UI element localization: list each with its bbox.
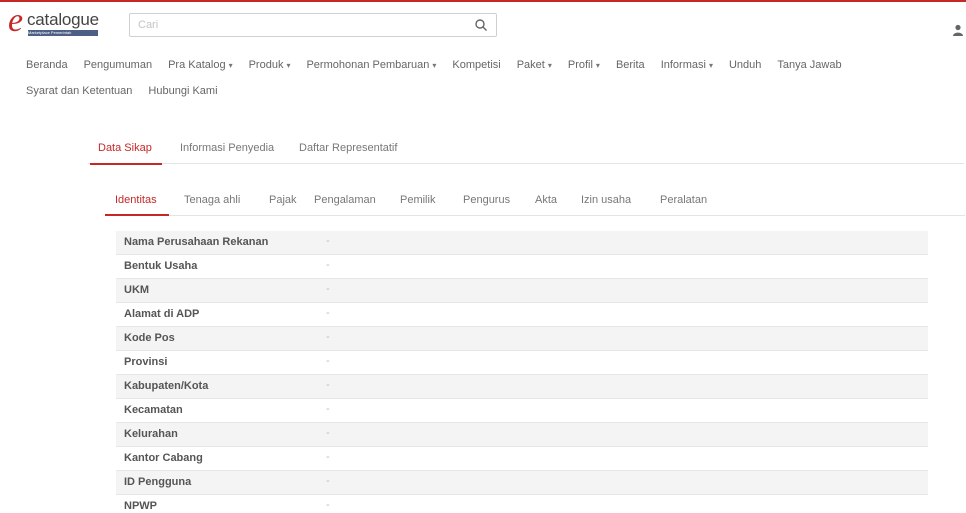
row-value: - xyxy=(326,475,330,487)
row-value: - xyxy=(326,499,330,511)
nav-item-unduh[interactable]: Unduh xyxy=(729,56,761,74)
table-row: Nama Perusahaan Rekanan - xyxy=(116,231,928,255)
nav-item-label: Produk xyxy=(248,59,284,71)
row-value: - xyxy=(326,427,330,439)
row-label: Provinsi xyxy=(124,356,168,368)
row-label: Kabupaten/Kota xyxy=(124,380,209,392)
row-value: - xyxy=(326,331,330,343)
active-subtab-indicator xyxy=(105,214,169,216)
tab-akta[interactable]: Akta xyxy=(535,194,557,206)
row-label: Kelurahan xyxy=(124,428,178,440)
nav-item-pengumuman[interactable]: Pengumuman xyxy=(84,56,153,74)
row-value: - xyxy=(326,451,330,463)
row-label: Kode Pos xyxy=(124,332,175,344)
nav-item-label: Pra Katalog xyxy=(168,59,226,71)
nav-item-label: Hubungi Kami xyxy=(148,85,218,97)
table-row: Kabupaten/Kota - xyxy=(116,375,928,399)
row-label: Alamat di ADP xyxy=(124,308,200,320)
caret-down-icon: ▾ xyxy=(547,61,552,70)
row-label: Kantor Cabang xyxy=(124,452,203,464)
tab-pengalaman[interactable]: Pengalaman xyxy=(314,194,376,206)
nav-item-beranda[interactable]: Beranda xyxy=(26,56,68,74)
tab-informasi-penyedia[interactable]: Informasi Penyedia xyxy=(180,142,274,154)
row-value: - xyxy=(326,355,330,367)
nav-item-tanya-jawab[interactable]: Tanya Jawab xyxy=(777,56,841,74)
nav-item-informasi[interactable]: Informasi ▾ xyxy=(661,56,713,75)
nav-item-label: Kompetisi xyxy=(452,59,501,71)
main-nav: Beranda Pengumuman Pra Katalog ▾ Produk ▾ Perm… xyxy=(26,56,946,108)
row-label: ID Pengguna xyxy=(124,476,192,488)
row-value: - xyxy=(326,259,330,271)
nav-item-label: Informasi xyxy=(660,59,706,71)
ecatalogue-logo[interactable]: e catalogue Marketplace Pemerintah xyxy=(8,4,108,40)
table-row: UKM - xyxy=(116,279,928,303)
nav-item-label: Unduh xyxy=(728,59,762,71)
user-icon[interactable] xyxy=(952,24,964,36)
table-row: Kantor Cabang - xyxy=(116,447,928,471)
row-value: - xyxy=(326,403,330,415)
active-tab-indicator xyxy=(90,163,162,165)
table-row: Kode Pos - xyxy=(116,327,928,351)
nav-item-label: Tanya Jawab xyxy=(777,59,842,71)
row-label: Bentuk Usaha xyxy=(124,260,198,272)
nav-item-label: Beranda xyxy=(26,59,68,71)
nav-item-label: Pengumuman xyxy=(83,59,153,71)
table-row: Alamat di ADP - xyxy=(116,303,928,327)
nav-item-label: Berita xyxy=(615,59,645,71)
row-value: - xyxy=(326,307,330,319)
logo-tagline: Marketplace Pemerintah xyxy=(28,30,98,36)
sub-tabs: Identitas Tenaga ahli Pajak Pengalaman P… xyxy=(105,190,965,216)
identity-table: Nama Perusahaan Rekanan - Bentuk Usaha - UKM… xyxy=(116,231,928,513)
search-box xyxy=(129,13,497,37)
tab-pengurus[interactable]: Pengurus xyxy=(463,194,510,206)
tab-pemilik[interactable]: Pemilik xyxy=(400,194,435,206)
search-icon[interactable] xyxy=(474,18,488,32)
nav-item-syarat-dan-ketentuan[interactable]: Syarat dan Ketentuan xyxy=(26,82,132,100)
nav-item-produk[interactable]: Produk ▾ xyxy=(249,56,291,75)
row-value: - xyxy=(326,235,330,247)
nav-item-label: Permohonan Pembaruan xyxy=(306,59,430,71)
table-row: ID Pengguna - xyxy=(116,471,928,495)
row-label: NPWP xyxy=(124,500,157,512)
table-row: Provinsi - xyxy=(116,351,928,375)
nav-item-label: Paket xyxy=(516,59,545,71)
tab-izin-usaha[interactable]: Izin usaha xyxy=(581,194,631,206)
caret-down-icon: ▾ xyxy=(286,61,291,70)
table-row: NPWP - xyxy=(116,495,928,513)
nav-item-kompetisi[interactable]: Kompetisi xyxy=(452,56,500,74)
row-value: - xyxy=(326,379,330,391)
caret-down-icon: ▾ xyxy=(228,61,233,70)
nav-item-berita[interactable]: Berita xyxy=(616,56,645,74)
nav-row: Beranda Pengumuman Pra Katalog ▾ Produk ▾ Perm… xyxy=(26,56,946,82)
row-label: Nama Perusahaan Rekanan xyxy=(124,236,269,248)
caret-down-icon: ▾ xyxy=(432,61,437,70)
logo-word: catalogue xyxy=(27,10,99,29)
tab-identitas[interactable]: Identitas xyxy=(115,194,157,206)
tab-tenaga-ahli[interactable]: Tenaga ahli xyxy=(184,194,240,206)
search-input[interactable] xyxy=(130,14,460,36)
row-label: Kecamatan xyxy=(124,404,183,416)
header: e catalogue Marketplace Pemerintah xyxy=(0,2,966,46)
tab-daftar-representatif[interactable]: Daftar Representatif xyxy=(299,142,397,154)
nav-item-label: Profil xyxy=(567,59,593,71)
caret-down-icon: ▾ xyxy=(708,61,713,70)
row-label: UKM xyxy=(124,284,150,296)
nav-row: Syarat dan Ketentuan Hubungi Kami xyxy=(26,82,946,108)
logo-letter: e xyxy=(8,2,24,39)
nav-item-permohonan-pembaruan[interactable]: Permohonan Pembaruan ▾ xyxy=(306,56,436,75)
tab-pajak[interactable]: Pajak xyxy=(269,194,297,206)
row-value: - xyxy=(326,283,330,295)
nav-item-paket[interactable]: Paket ▾ xyxy=(517,56,552,75)
nav-item-hubungi-kami[interactable]: Hubungi Kami xyxy=(148,82,217,100)
table-row: Kecamatan - xyxy=(116,399,928,423)
main-tabs: Data Sikap Informasi Penyedia Daftar Rep… xyxy=(88,140,964,164)
nav-item-label: Syarat dan Ketentuan xyxy=(26,85,133,97)
table-row: Kelurahan - xyxy=(116,423,928,447)
caret-down-icon: ▾ xyxy=(595,61,600,70)
tab-peralatan[interactable]: Peralatan xyxy=(660,194,707,206)
nav-item-profil[interactable]: Profil ▾ xyxy=(568,56,600,75)
nav-item-pra-katalog[interactable]: Pra Katalog ▾ xyxy=(168,56,233,75)
tab-data-sikap[interactable]: Data Sikap xyxy=(98,142,152,154)
table-row: Bentuk Usaha - xyxy=(116,255,928,279)
